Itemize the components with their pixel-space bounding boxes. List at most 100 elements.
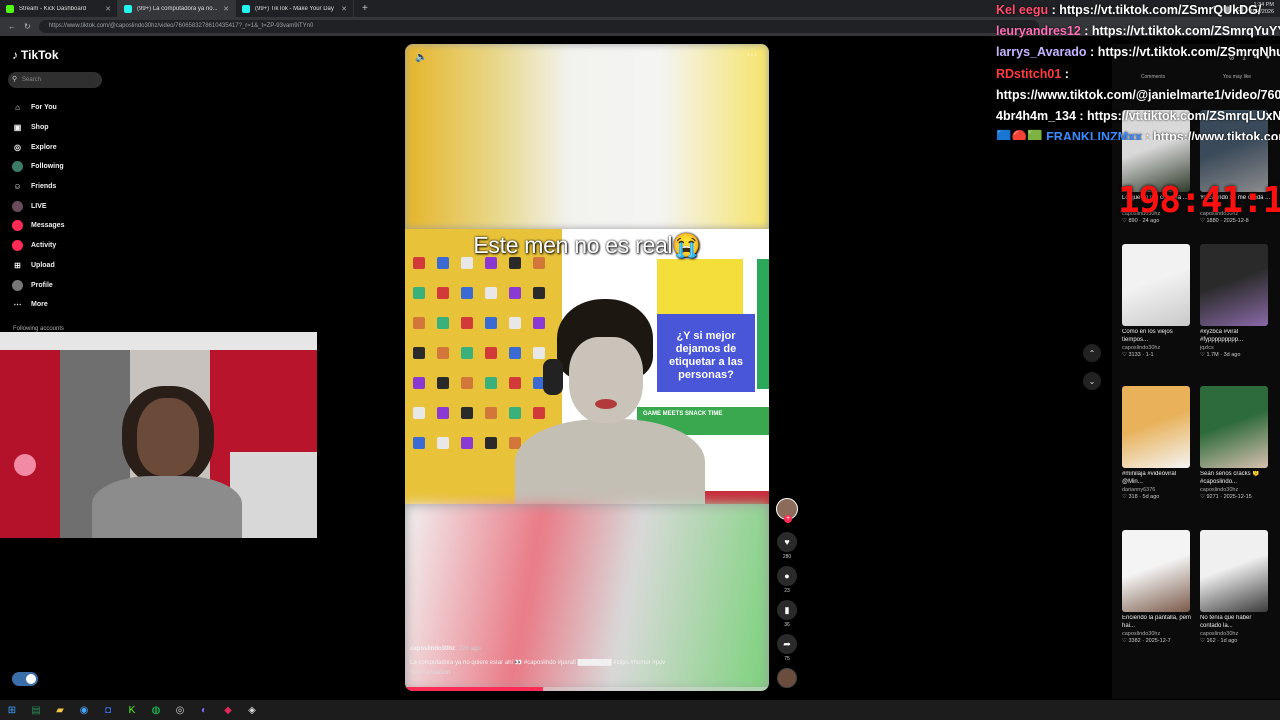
- file-explorer-icon[interactable]: ▰: [52, 702, 68, 718]
- url-input[interactable]: https://www.tiktok.com/@caposlindo30hz/v…: [38, 20, 1039, 33]
- streamer-face: [137, 398, 199, 476]
- video-thumbnail[interactable]: [1122, 386, 1190, 468]
- suggestion-card[interactable]: #minilaja #videoviral @Min... darianny637…: [1122, 386, 1194, 500]
- video-progress-bar[interactable]: [405, 687, 769, 691]
- tiktok-logo[interactable]: ♪ TikTok: [12, 48, 59, 62]
- sidebar-item-activity[interactable]: Activity: [12, 236, 64, 256]
- share-action: ➦ 75: [774, 634, 800, 662]
- comment-icon[interactable]: ●: [777, 566, 797, 586]
- messages-icon: [12, 220, 23, 232]
- arrow-up-icon[interactable]: ⌃: [1211, 5, 1217, 13]
- bookmark-icon[interactable]: ▮: [777, 600, 797, 620]
- app-blue-icon[interactable]: ◘: [100, 702, 116, 718]
- author-avatar[interactable]: +: [776, 498, 798, 523]
- app-white-icon[interactable]: ◈: [244, 702, 260, 718]
- sidebar-item-messages[interactable]: Messages: [12, 216, 64, 236]
- suggestion-card[interactable]: No tenía que haber contado la... caposlin…: [1200, 530, 1272, 644]
- sidebar-item-following[interactable]: Following: [12, 157, 64, 177]
- more-options-icon[interactable]: ⋯: [747, 50, 757, 61]
- share-count: 75: [784, 656, 790, 662]
- thumbnail-author: caposlindo30hz: [1122, 631, 1161, 637]
- search-input[interactable]: ⚲ Search: [8, 72, 102, 88]
- thumbnail-caption: #minilaja #videoviral @Min...: [1122, 471, 1177, 485]
- sidebar-item-upload[interactable]: ⊞ Upload: [12, 256, 64, 276]
- sidebar-item-friends[interactable]: ☺ Friends: [12, 177, 64, 197]
- nav-label: LIVE: [31, 202, 47, 210]
- desktop-app-icon: [413, 287, 425, 299]
- thumbnail-caption: Sean serios cracks 🫠 #caposlindo...: [1200, 471, 1260, 485]
- nav-label: Messages: [31, 222, 65, 230]
- sidebar-item-profile[interactable]: Profile: [12, 275, 64, 295]
- comment-count: 23: [784, 588, 790, 594]
- sidebar-item-for-you[interactable]: ⌂ For You: [12, 98, 64, 118]
- share-icon[interactable]: ➦: [777, 634, 797, 654]
- new-tab-button[interactable]: +: [354, 3, 376, 14]
- sidebar-item-live[interactable]: LIVE: [12, 196, 64, 216]
- spotify-icon[interactable]: ◍: [148, 702, 164, 718]
- previous-video-button[interactable]: ⌃: [1083, 344, 1101, 362]
- sound-avatar[interactable]: [777, 668, 797, 688]
- next-video-button[interactable]: ⌄: [1083, 372, 1101, 390]
- close-tab-icon[interactable]: ✕: [223, 5, 229, 13]
- desktop-app-icon: [437, 377, 449, 389]
- volume-icon[interactable]: 🔈: [415, 52, 427, 63]
- explore-icon: ◎: [14, 142, 21, 152]
- browser-tab[interactable]: Stream - Kick Dashboard ✕: [0, 0, 118, 17]
- chat-message: RDstitch01 :: [996, 64, 1280, 85]
- toggle-switch[interactable]: [12, 672, 38, 686]
- sidebar-item-explore[interactable]: ◎ Explore: [12, 137, 64, 157]
- video-thumbnail[interactable]: [1200, 244, 1268, 326]
- reload-icon[interactable]: ↻: [24, 22, 31, 31]
- thumbnail-stats: ♡ 9271 · 2025-12-15: [1200, 494, 1252, 500]
- video-thumbnail[interactable]: [1200, 386, 1268, 468]
- browser-tab-active[interactable]: (99+) La computadora ya no... ✕: [118, 0, 236, 17]
- kick-icon[interactable]: K: [124, 702, 140, 718]
- video-person-face: [569, 337, 643, 423]
- suggestion-card[interactable]: Sean serios cracks 🫠 #caposlindo... capos…: [1200, 386, 1272, 500]
- back-icon[interactable]: ←: [8, 22, 16, 31]
- suggestion-card[interactable]: Como en los viejos tiempos... caposlindo3…: [1122, 244, 1194, 358]
- close-tab-icon[interactable]: ✕: [105, 5, 111, 13]
- desktop-app-icon: [437, 287, 449, 299]
- desktop-app-icon: [533, 287, 545, 299]
- like-action: ♥ 280: [774, 532, 800, 560]
- follow-plus-icon[interactable]: +: [784, 515, 792, 523]
- video-author[interactable]: caposlindo30hz: [410, 646, 455, 652]
- thumbnail-stats: ♡ 3133 · 1-1: [1122, 352, 1154, 358]
- chat-separator: :: [1061, 66, 1069, 81]
- tiktok-favicon-icon: [124, 4, 132, 13]
- see-translation-link[interactable]: See translation: [410, 670, 762, 676]
- heart-icon[interactable]: ♥: [777, 532, 797, 552]
- desktop-app-icon: [413, 377, 425, 389]
- desktop-app-icon: [485, 407, 497, 419]
- suggestion-card[interactable]: Enciendo la pantalla, pem hai... caposlin…: [1122, 530, 1194, 644]
- sidebar-item-shop[interactable]: ▣ Shop: [12, 118, 64, 138]
- volume-icon[interactable]: ◁): [1236, 5, 1244, 13]
- obs-icon[interactable]: ◎: [172, 702, 188, 718]
- thumbnail-stats: ♡ 162 · 1d ago: [1200, 638, 1238, 644]
- streamer-figure: [82, 378, 252, 538]
- app-red-icon[interactable]: ◆: [220, 702, 236, 718]
- clock[interactable]: 1:34 PM 2/14/2026: [1250, 2, 1274, 16]
- clock-time: 1:34 PM: [1253, 2, 1274, 8]
- video-green-panel: [757, 259, 769, 389]
- screen: { "browser": { "tabs": [ {"title": "Stre…: [0, 0, 1280, 720]
- close-tab-icon[interactable]: ✕: [341, 5, 347, 13]
- windows-start-icon[interactable]: ⊞: [4, 702, 20, 718]
- video-thumbnail[interactable]: [1122, 244, 1190, 326]
- chrome-icon[interactable]: ◉: [76, 702, 92, 718]
- chat-text: https://vt.tiktok.com/ZSmrqLUxN/: [1087, 108, 1280, 123]
- sidebar-item-more[interactable]: ⋯ More: [12, 295, 64, 315]
- browser-tab[interactable]: (99+) TikTok - Make Your Day ✕: [236, 0, 354, 17]
- video-thumbnail[interactable]: [1122, 530, 1190, 612]
- suggestion-card[interactable]: #xyzbca #viral #fyppppppppp... jqzlcs ♡ 1.…: [1200, 244, 1272, 358]
- toggle-knob: [26, 674, 36, 684]
- terminal-icon[interactable]: ▤: [28, 702, 44, 718]
- network-icon[interactable]: ▦: [1223, 5, 1230, 13]
- video-player[interactable]: ¿Y si mejor dejamos de etiquetar a las p…: [405, 44, 769, 691]
- discord-icon[interactable]: ◐: [196, 702, 212, 718]
- video-thumbnail[interactable]: [1200, 530, 1268, 612]
- desktop-app-icon: [413, 317, 425, 329]
- nav-label: For You: [31, 104, 57, 112]
- nav-label: Friends: [31, 183, 57, 191]
